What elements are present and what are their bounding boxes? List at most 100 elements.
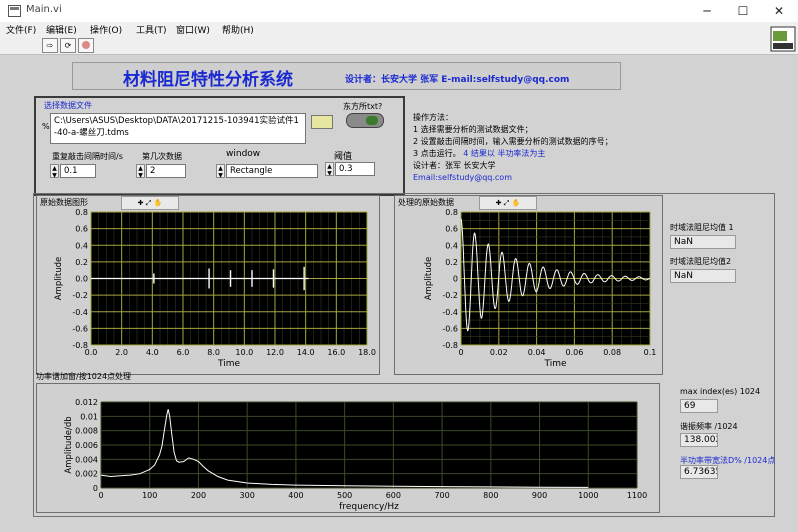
x-tick-label: 0.1 (644, 348, 657, 357)
menu-bar: 文件(F) 编辑(E) 操作(O) 工具(T) 窗口(W) 帮助(H) (0, 22, 798, 36)
spectrum-graph-title: 功率谱加窗/按1024点处理 (36, 372, 132, 381)
menu-file[interactable]: 文件(F) (6, 23, 36, 36)
td-damp1-label: 时域法阻尼均值 1 (670, 223, 734, 232)
x-tick-label: 0.08 (603, 348, 621, 357)
processed-data-plot: 0 0.02 0.04 0.06 0.08 0.1 0.8 0.6 0.4 0.2 0 -0.2 -0.… (424, 208, 657, 369)
interval-spinner[interactable]: ▲ ▼ (50, 164, 59, 179)
x-tick-label: 200 (191, 491, 206, 500)
y-tick-label: 0.6 (445, 225, 458, 234)
index-input[interactable]: 2 (146, 164, 186, 178)
x-tick-label: 16.0 (327, 348, 345, 357)
x-tick-label: 0.02 (490, 348, 508, 357)
y-tick-label: -0.2 (442, 291, 458, 300)
y-tick-label: -0.8 (72, 341, 88, 350)
x-tick-label: 0 (98, 491, 103, 500)
x-axis-label: frequency/Hz (339, 502, 399, 512)
threshold-input[interactable]: 0.3 (335, 162, 375, 176)
y-tick-label: 0.012 (75, 398, 98, 407)
y-tick-label: 0.6 (75, 225, 88, 234)
browse-folder-icon[interactable] (311, 115, 333, 129)
y-tick-label: -0.4 (442, 308, 458, 317)
td-damp2-value: NaN (670, 269, 736, 283)
threshold-spinner[interactable]: ▲ ▼ (325, 162, 334, 177)
x-tick-label: 0.06 (565, 348, 583, 357)
close-button[interactable]: ✕ (762, 0, 796, 22)
y-tick-label: 0.2 (445, 258, 458, 267)
menu-edit[interactable]: 编辑(E) (46, 23, 77, 36)
interval-label: 重复敲击间隔时间/s (52, 152, 123, 161)
x-tick-label: 300 (240, 491, 255, 500)
y-tick-label: 0.004 (75, 455, 98, 464)
x-tick-label: 0.04 (528, 348, 546, 357)
resonance-freq-label: 谐振频率 /1024 (680, 422, 738, 431)
window-title: Main.vi (26, 4, 62, 15)
toolbar: ⇨ ⟳ (0, 26, 798, 55)
x-tick-label: 12.0 (266, 348, 284, 357)
x-tick-label: 900 (532, 491, 547, 500)
y-tick-label: -0.2 (72, 291, 88, 300)
x-tick-label: 18.0 (358, 348, 376, 357)
index-label: 第几次数据 (142, 152, 182, 161)
x-axis-label: Time (217, 359, 240, 369)
maximize-button[interactable]: ☐ (726, 0, 760, 22)
power-spectrum-plot: 0 100 200 300 400 500 600 700 800 900 1000 1100 0.01… (64, 398, 647, 512)
x-tick-label: 1000 (578, 491, 598, 500)
designer-credit: 设计者：长安大学 张军 E-mail:selfstudy@qq.com (345, 75, 570, 85)
menu-window[interactable]: 窗口(W) (176, 23, 210, 36)
stop-toggle[interactable] (346, 113, 384, 128)
menu-operate[interactable]: 操作(O) (90, 23, 122, 36)
x-tick-label: 14.0 (297, 348, 315, 357)
x-tick-label: 700 (434, 491, 449, 500)
raw-data-graph: 原始数据图形 ✚ ⤢ ✋ 0.0 2.0 4.0 6.0 8.0 10.0 12.0 14.0… (36, 195, 380, 375)
y-tick-label: 0.008 (75, 427, 98, 436)
max-index-label: max index(es) 1024 (680, 387, 761, 396)
y-tick-label: -0.4 (72, 308, 88, 317)
processed-data-graph: 处理的原始数据 ✚ ⤢ ✋ 0 0.02 0.04 0.06 0.08 0.1 0.8 0.6… (394, 195, 663, 375)
x-tick-label: 0 (458, 348, 463, 357)
instructions-designer: 设计者：张军 长安大学 (413, 161, 496, 170)
vi-connector-icon (770, 26, 796, 52)
y-tick-label: 0.006 (75, 441, 98, 450)
y-tick-label: 0.01 (80, 412, 98, 421)
title-banner: 材料阻尼特性分析系统 设计者：长安大学 张军 E-mail:selfstudy@… (72, 62, 621, 90)
title-bar: Main.vi ─ ☐ ✕ (0, 0, 798, 22)
instructions-step2: 2 设置敲击间隔时间，输入需要分析的测试数据的序号； (413, 137, 613, 146)
x-tick-label: 800 (483, 491, 498, 500)
y-tick-label: 0 (453, 275, 458, 284)
labview-vi-icon (8, 5, 21, 17)
x-tick-label: 500 (337, 491, 352, 500)
x-tick-label: 6.0 (177, 348, 190, 357)
resonance-freq-value: 138.002 (680, 433, 718, 447)
index-spinner[interactable]: ▲ ▼ (136, 164, 145, 179)
x-axis-label: Time (543, 359, 566, 369)
x-tick-label: 4.0 (146, 348, 159, 357)
y-axis-label: Amplitude/db (64, 416, 74, 473)
x-tick-label: 10.0 (235, 348, 253, 357)
interval-input[interactable]: 0.1 (60, 164, 96, 178)
window-select[interactable]: Rectangle (226, 164, 318, 178)
run-arrow-icon[interactable]: ⇨ (42, 38, 58, 53)
stop-label: 东方所txt? (343, 102, 383, 111)
y-tick-label: 0 (93, 484, 98, 493)
x-tick-label: 2.0 (115, 348, 128, 357)
instructions-heading: 操作方法： (413, 113, 453, 122)
x-tick-label: 1100 (627, 491, 647, 500)
file-path-input[interactable]: C:\Users\ASUS\Desktop\DATA\20171215-1039… (50, 113, 306, 144)
menu-help[interactable]: 帮助(H) (222, 23, 254, 36)
instructions-step1: 1 选择需要分析的测试数据文件； (413, 125, 533, 134)
system-title: 材料阻尼特性分析系统 (123, 70, 293, 90)
td-damp2-label: 时域法阻尼均值2 (670, 257, 732, 266)
abort-icon[interactable] (78, 38, 94, 53)
threshold-label: 阈值 (334, 152, 353, 162)
max-index-value: 69 (680, 399, 718, 413)
minimize-button[interactable]: ─ (690, 0, 724, 22)
td-damp1-value: NaN (670, 235, 736, 249)
instructions-step3: 3 点击运行。 (413, 149, 461, 158)
file-label: 选择数据文件 (44, 101, 92, 110)
menu-tools[interactable]: 工具(T) (136, 23, 167, 36)
window-label: window (226, 149, 261, 159)
y-tick-label: -0.6 (442, 324, 458, 333)
instructions-step4: 4 结果以 半功率法为主 (463, 149, 546, 158)
window-spinner[interactable]: ▲ ▼ (216, 164, 225, 179)
run-continuously-icon[interactable]: ⟳ (60, 38, 76, 53)
